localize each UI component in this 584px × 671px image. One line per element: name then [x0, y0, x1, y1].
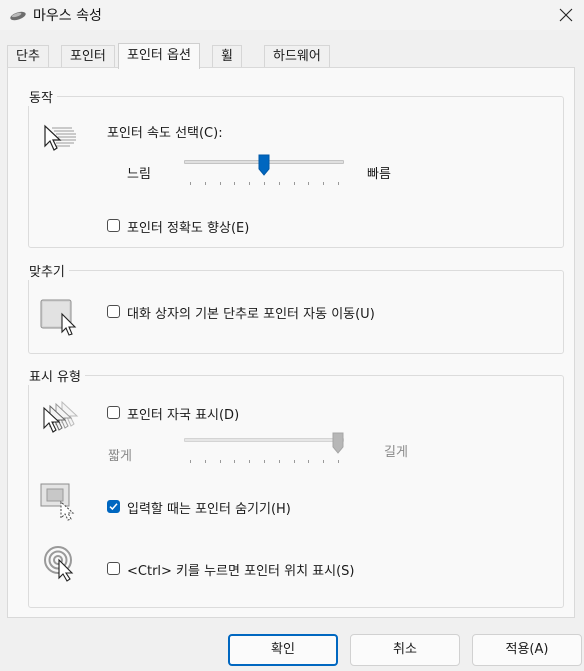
- slider-tick: [278, 460, 280, 463]
- pointer-trails-checkbox[interactable]: [107, 406, 120, 419]
- snap-to-icon: [40, 297, 82, 341]
- snap-to-group-title: 맞추기: [25, 261, 69, 280]
- snap-to-checkbox[interactable]: [107, 305, 120, 318]
- visibility-group: 표시 유형 포인터 자국 표시(D) 짧게 길게 입력할 때는 포인터 숨기기(…: [25, 366, 564, 608]
- window-title: 마우스 속성: [33, 8, 102, 24]
- tab-pointer-options[interactable]: 포인터 옵션: [118, 43, 200, 69]
- slider-tick: [323, 182, 325, 185]
- close-button[interactable]: [548, 0, 584, 30]
- slider-thumb[interactable]: [332, 432, 344, 454]
- short-label: 짧게: [108, 449, 132, 464]
- snap-to-label: 대화 상자의 기본 단추로 포인터 자동 이동(U): [127, 307, 375, 322]
- tab-hardware[interactable]: 하드웨어: [264, 45, 330, 67]
- pointer-trails-icon: [40, 400, 84, 440]
- ok-button[interactable]: 확인: [228, 634, 338, 666]
- hide-pointer-icon: [40, 482, 80, 526]
- show-location-label: <Ctrl> 키를 누르면 포인터 위치 표시(S): [127, 564, 355, 579]
- hide-pointer-label: 입력할 때는 포인터 숨기기(H): [127, 502, 291, 517]
- tab-buttons[interactable]: 단추: [7, 45, 49, 67]
- mouse-icon: [9, 7, 27, 23]
- show-location-checkbox[interactable]: [107, 562, 120, 575]
- slider-tick: [278, 182, 280, 185]
- slider-tick: [323, 460, 325, 463]
- slider-thumb[interactable]: [258, 154, 270, 176]
- slider-tick: [308, 460, 310, 463]
- close-icon: [559, 8, 573, 22]
- fast-label: 빠름: [367, 167, 391, 182]
- slider-tick: [338, 460, 339, 463]
- tab-pointers[interactable]: 포인터: [61, 45, 115, 67]
- hide-pointer-checkbox[interactable]: [107, 500, 120, 513]
- slider-tick: [338, 182, 339, 185]
- slider-tick: [190, 182, 191, 185]
- slider-tick: [204, 182, 206, 185]
- slider-tick: [264, 182, 265, 185]
- slider-tick: [204, 460, 206, 463]
- pointer-speed-label: 포인터 속도 선택(C):: [107, 126, 223, 141]
- visibility-group-title: 표시 유형: [25, 366, 85, 385]
- pointer-trails-label: 포인터 자국 표시(D): [127, 408, 240, 423]
- pointer-speed-slider[interactable]: [184, 154, 344, 188]
- pointer-trails-slider[interactable]: [184, 432, 344, 466]
- slider-tick: [264, 460, 265, 463]
- slider-tick: [249, 182, 251, 185]
- slider-track: [184, 438, 344, 442]
- pointer-precision-checkbox[interactable]: [107, 219, 120, 232]
- title-bar: 마우스 속성: [0, 0, 584, 30]
- snap-to-group: 맞추기 대화 상자의 기본 단추로 포인터 자동 이동(U): [25, 261, 564, 354]
- pointer-speed-icon: [42, 124, 82, 158]
- pointer-precision-label: 포인터 정확도 향상(E): [127, 221, 250, 236]
- slider-tick: [308, 182, 310, 185]
- slider-tick: [293, 182, 295, 185]
- show-location-icon: [42, 544, 82, 588]
- slider-tick: [219, 182, 221, 185]
- slow-label: 느림: [127, 167, 151, 182]
- slider-tick: [234, 460, 236, 463]
- motion-group-title: 동작: [25, 87, 57, 106]
- tab-panel: 동작 포인터 속도 선택(C): 느림 빠름 포인터 정확도 향상(E) 맞추기…: [7, 67, 575, 618]
- long-label: 길게: [384, 445, 408, 460]
- slider-tick: [293, 460, 295, 463]
- tab-wheel[interactable]: 휠: [212, 45, 242, 67]
- slider-tick: [190, 460, 191, 463]
- cancel-button[interactable]: 취소: [350, 634, 460, 666]
- slider-tick: [234, 182, 236, 185]
- slider-tick: [219, 460, 221, 463]
- checkmark-icon: [109, 503, 118, 511]
- motion-group: 동작 포인터 속도 선택(C): 느림 빠름 포인터 정확도 향상(E): [25, 87, 564, 248]
- apply-button[interactable]: 적용(A): [472, 634, 582, 666]
- slider-tick: [249, 460, 251, 463]
